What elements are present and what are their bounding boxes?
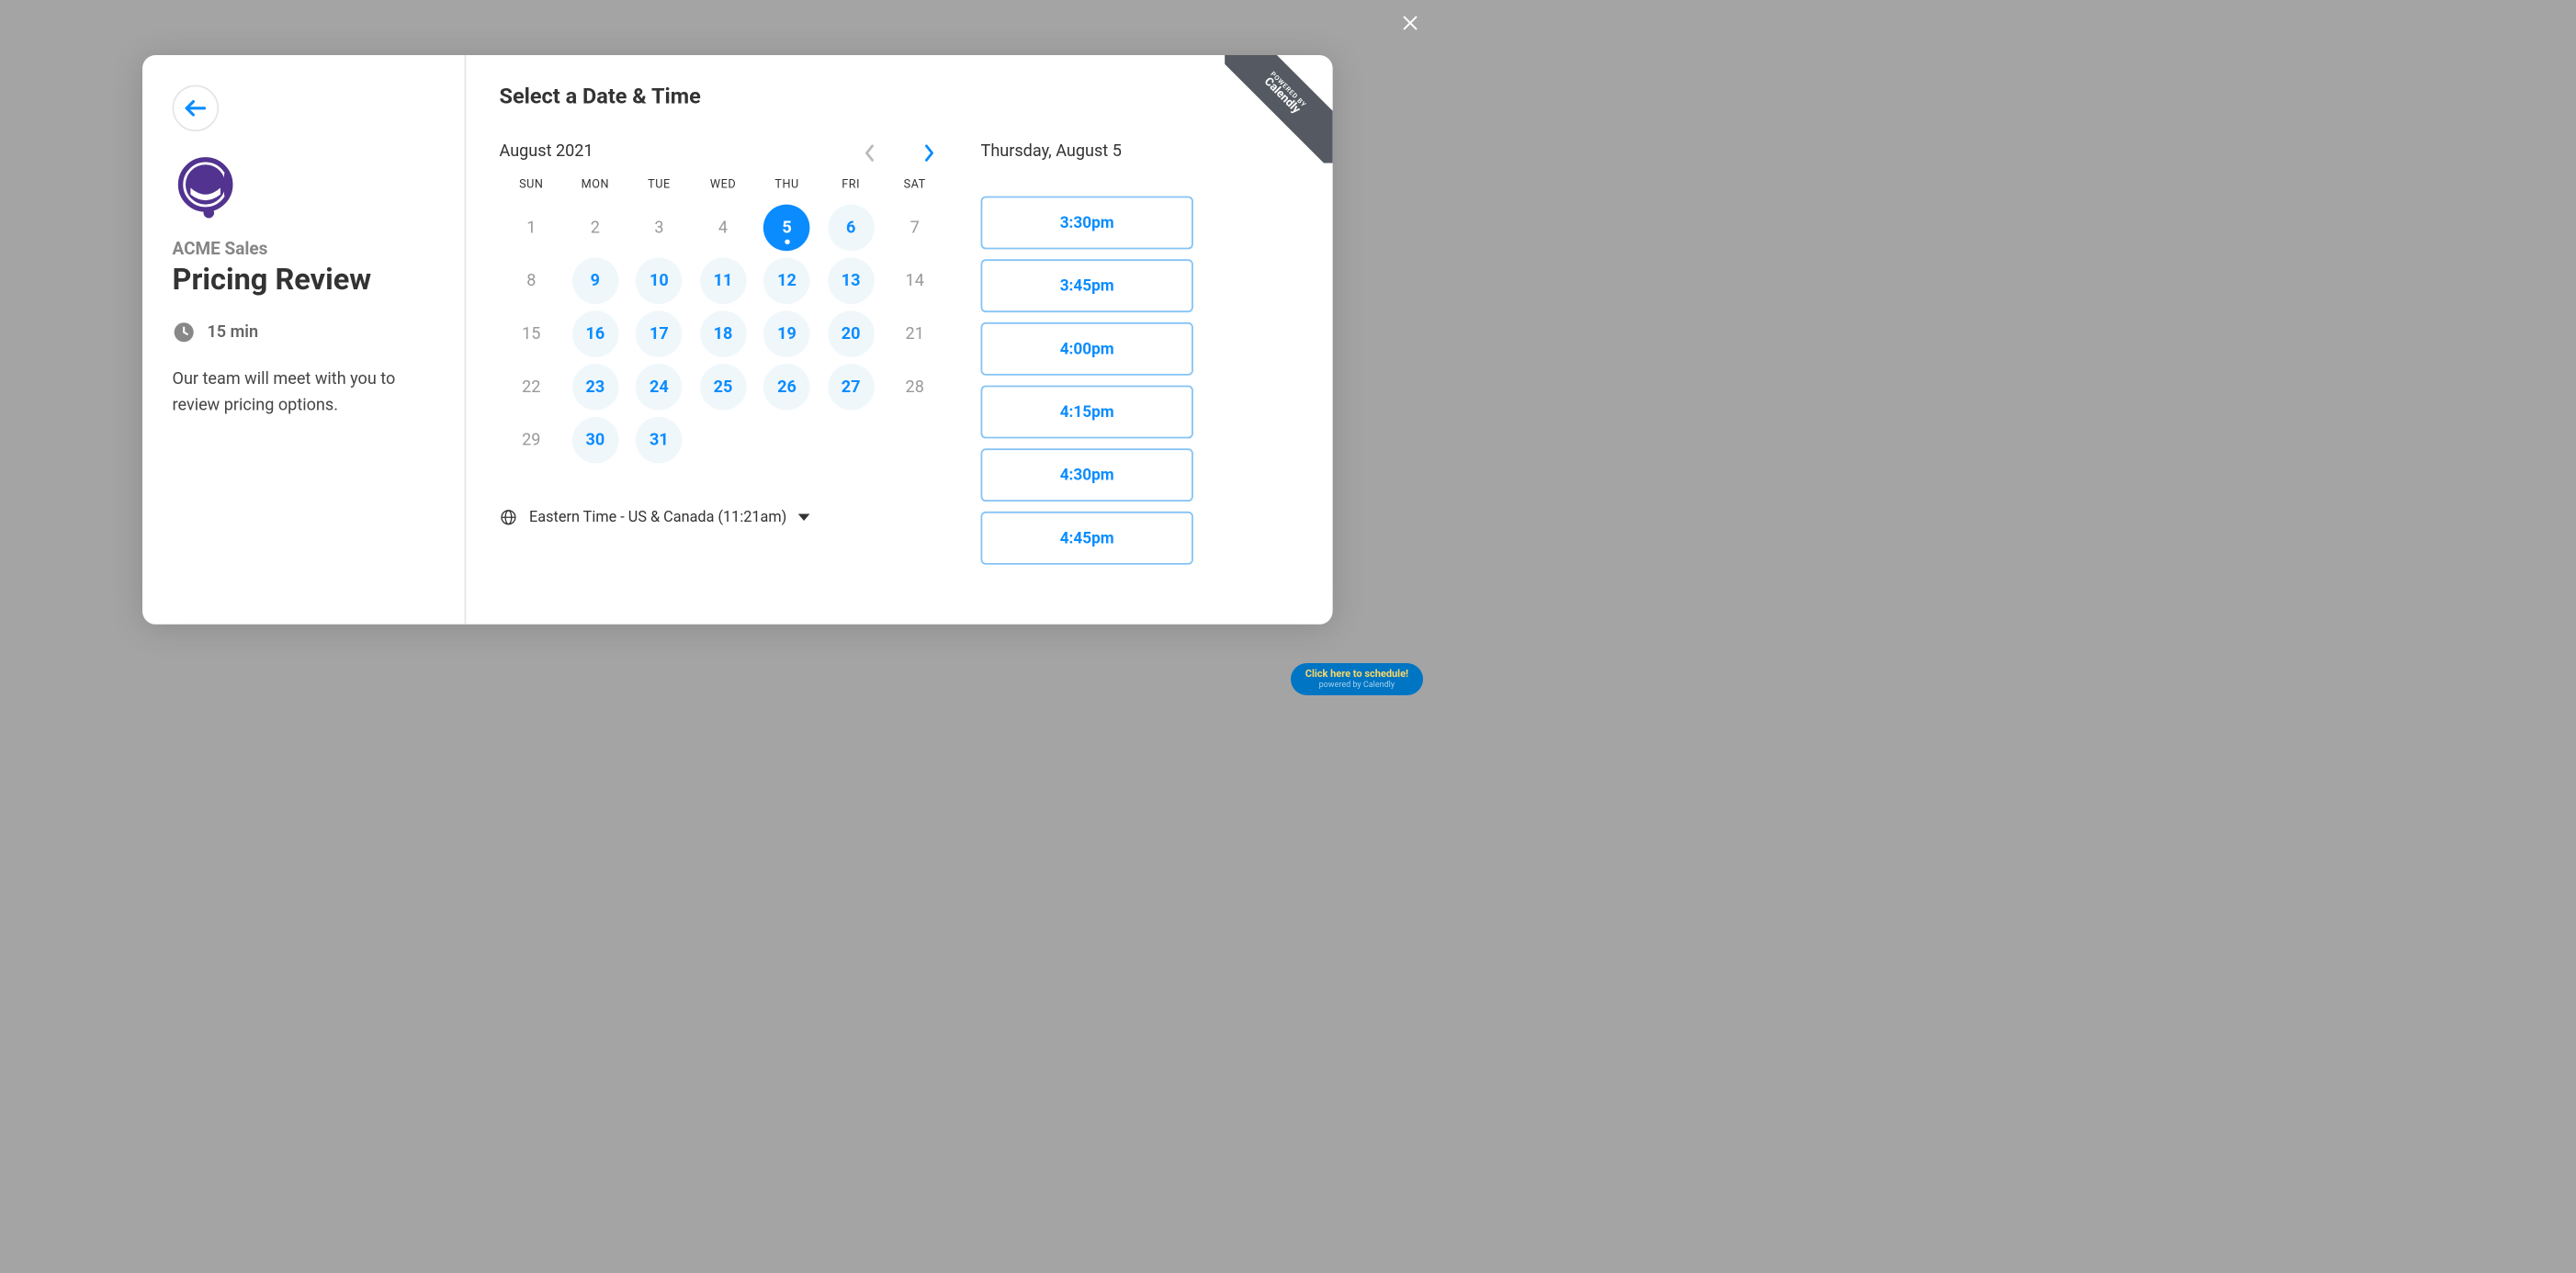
timezone-selector[interactable]: Eastern Time - US & Canada (11:21am)	[500, 508, 948, 526]
calendar-day: 7	[891, 205, 938, 252]
weekday-label: SUN	[500, 178, 564, 191]
duration-text: 15 min	[207, 323, 258, 342]
event-title: Pricing Review	[173, 263, 435, 298]
event-details-panel: ACME Sales Pricing Review 15 min Our tea…	[142, 55, 466, 625]
arrow-left-icon	[182, 95, 209, 121]
clock-icon	[173, 321, 196, 344]
calendar-day[interactable]: 6	[828, 205, 875, 252]
selected-date-label: Thursday, August 5	[981, 143, 1193, 162]
calendar-day[interactable]: 11	[700, 257, 747, 304]
weekday-label: WED	[691, 178, 755, 191]
weekday-label: MON	[563, 178, 627, 191]
prev-month-button[interactable]	[861, 144, 877, 161]
event-description: Our team will meet with you to review pr…	[173, 367, 435, 421]
time-slot[interactable]: 4:30pm	[981, 448, 1193, 501]
time-slot[interactable]: 4:15pm	[981, 386, 1193, 439]
weekday-header: SUNMONTUEWEDTHUFRISAT	[500, 178, 948, 191]
calendar-day[interactable]: 16	[572, 310, 619, 357]
calendar-day: 4	[700, 205, 747, 252]
calendar-day: 29	[508, 417, 555, 464]
date-time-panel: POWERED BY Calendly Select a Date & Time…	[466, 55, 1332, 625]
calendar-day: 1	[508, 205, 555, 252]
scheduling-modal: ACME Sales Pricing Review 15 min Our tea…	[142, 55, 1333, 625]
calendar-day[interactable]: 26	[763, 364, 810, 411]
calendar-day[interactable]: 24	[636, 364, 683, 411]
month-header: August 2021	[500, 143, 948, 162]
calendar-day[interactable]: 20	[828, 310, 875, 357]
calendar-day[interactable]: 5	[763, 205, 810, 252]
back-button[interactable]	[173, 85, 220, 132]
globe-icon	[500, 508, 518, 526]
close-button[interactable]	[1397, 10, 1423, 36]
month-label: August 2021	[500, 143, 862, 162]
schedule-pill-button[interactable]: Click here to schedule! powered by Calen…	[1291, 663, 1423, 695]
calendar-day[interactable]: 31	[636, 417, 683, 464]
calendar-day[interactable]: 12	[763, 257, 810, 304]
powered-by-ribbon[interactable]: POWERED BY Calendly	[1225, 55, 1332, 163]
calendar-day[interactable]: 23	[572, 364, 619, 411]
calendar-day[interactable]: 25	[700, 364, 747, 411]
chevron-down-icon	[798, 513, 810, 522]
time-slot[interactable]: 3:30pm	[981, 197, 1193, 250]
calendar-day: 8	[508, 257, 555, 304]
weekday-label: THU	[755, 178, 819, 191]
time-slot[interactable]: 3:45pm	[981, 259, 1193, 312]
schedule-pill-line1: Click here to schedule!	[1305, 669, 1408, 681]
close-icon	[1400, 13, 1420, 33]
calendar-day[interactable]: 18	[700, 310, 747, 357]
weekday-label: TUE	[627, 178, 692, 191]
chevron-left-icon	[863, 142, 876, 163]
calendar-day[interactable]: 19	[763, 310, 810, 357]
calendar-day[interactable]: 10	[636, 257, 683, 304]
calendar-grid: 1234567891011121314151617181920212223242…	[500, 201, 948, 467]
panel-title: Select a Date & Time	[500, 85, 1300, 110]
calendar-day: 2	[572, 205, 619, 252]
calendar-day: 21	[891, 310, 938, 357]
weekday-label: SAT	[883, 178, 947, 191]
calendar-day: 28	[891, 364, 938, 411]
calendar-day: 22	[508, 364, 555, 411]
schedule-pill-line2: powered by Calendly	[1305, 681, 1408, 690]
time-slot[interactable]: 4:00pm	[981, 322, 1193, 376]
time-slot[interactable]: 4:45pm	[981, 512, 1193, 565]
calendar-day: 15	[508, 310, 555, 357]
calendar-day[interactable]: 17	[636, 310, 683, 357]
chevron-right-icon	[922, 142, 935, 163]
organization-name: ACME Sales	[173, 238, 435, 259]
timezone-text: Eastern Time - US & Canada (11:21am)	[529, 509, 786, 525]
time-slots-list: 3:30pm 3:45pm 4:00pm 4:15pm 4:30pm 4:45pm	[981, 197, 1193, 565]
time-slots-section: Thursday, August 5 3:30pm 3:45pm 4:00pm 4:1…	[981, 143, 1193, 565]
calendar-day[interactable]: 9	[572, 257, 619, 304]
duration-row: 15 min	[173, 321, 435, 344]
calendar-section: August 2021 SU	[500, 143, 948, 565]
avatar	[173, 154, 239, 220]
weekday-label: FRI	[819, 178, 883, 191]
calendar-day[interactable]: 30	[572, 417, 619, 464]
calendar-day[interactable]: 27	[828, 364, 875, 411]
calendar-day: 3	[636, 205, 683, 252]
calendar-day[interactable]: 13	[828, 257, 875, 304]
headset-avatar-icon	[173, 154, 239, 220]
calendar-day: 14	[891, 257, 938, 304]
next-month-button[interactable]	[921, 144, 937, 161]
